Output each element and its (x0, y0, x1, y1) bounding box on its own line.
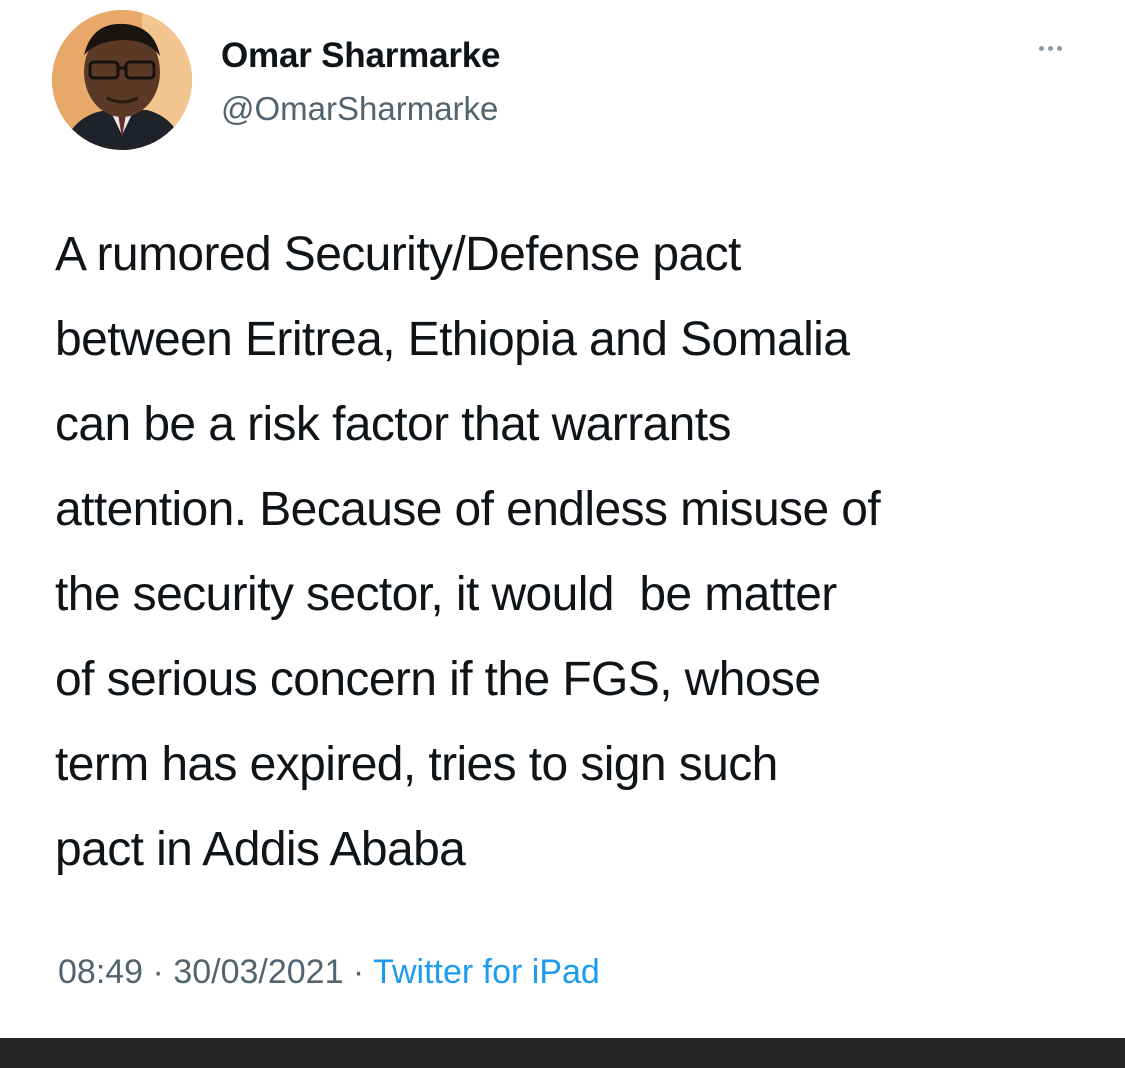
meta-separator: · (343, 953, 374, 991)
tweet-card: Omar Sharmarke @OmarSharmarke A rumored … (0, 0, 1125, 1038)
tweet-text: A rumored Security/Defense pact between … (55, 212, 1095, 892)
more-dot (1047, 45, 1053, 51)
tweet-text-line: attention. Because of endless misuse of (55, 483, 881, 536)
more-dot (1038, 45, 1044, 51)
bottom-bar (0, 1038, 1125, 1068)
author-name[interactable]: Omar Sharmarke (221, 36, 501, 76)
tweet-meta: 08:49 · 30/03/2021 · Twitter for iPad (58, 953, 600, 992)
meta-separator: · (143, 953, 174, 991)
tweet-text-line: can be a risk factor that warrants (55, 398, 732, 451)
tweet-source-link[interactable]: Twitter for iPad (373, 953, 600, 991)
avatar[interactable] (52, 10, 192, 150)
tweet-text-line: between Eritrea, Ethiopia and Somalia (55, 313, 850, 366)
author-handle[interactable]: @OmarSharmarke (221, 90, 498, 128)
tweet-text-line: pact in Addis Ababa (55, 823, 466, 876)
more-options-icon[interactable] (1030, 38, 1070, 58)
tweet-date[interactable]: 30/03/2021 (173, 953, 343, 991)
tweet-text-line: term has expired, tries to sign such (55, 738, 778, 791)
tweet-text-line: of serious concern if the FGS, whose (55, 653, 821, 706)
tweet-time[interactable]: 08:49 (58, 953, 143, 991)
tweet-text-line: A rumored Security/Defense pact (55, 228, 741, 281)
avatar-photo (52, 10, 192, 150)
tweet-text-line: the security sector, it would be matter (55, 568, 837, 621)
more-dot (1056, 45, 1062, 51)
